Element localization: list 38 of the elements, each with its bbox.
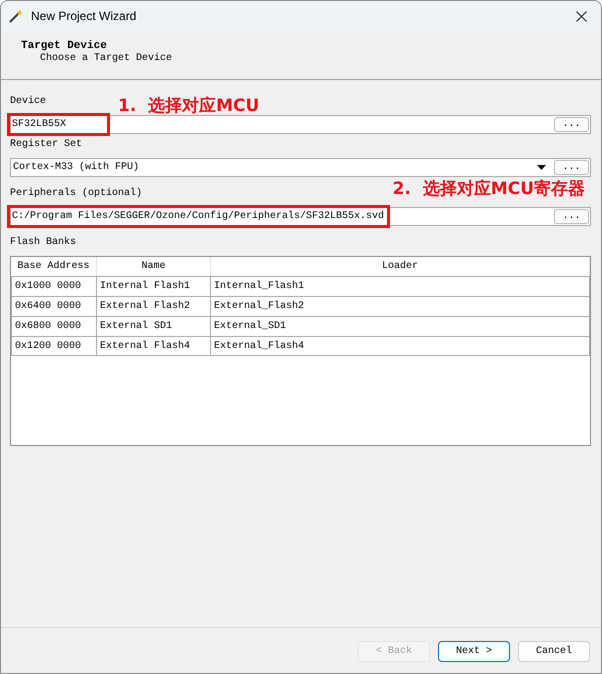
window-title: New Project Wizard bbox=[31, 9, 136, 23]
table-cell: 0x1200 0000 bbox=[11, 337, 97, 355]
text-field[interactable]: SF32LB55X ... bbox=[10, 115, 591, 134]
browse-button[interactable]: ... bbox=[554, 160, 589, 175]
table-cell: External_Flash4 bbox=[211, 337, 590, 355]
table-cell: 0x6800 0000 bbox=[11, 317, 97, 336]
field-value: C:/Program Files/SEGGER/Ozone/Config/Peripherals/SF32LB55x.svd bbox=[12, 211, 384, 222]
wizard-button[interactable]: Next > bbox=[438, 641, 510, 662]
page-title: Target Device bbox=[21, 39, 107, 52]
close-icon bbox=[576, 10, 586, 22]
dropdown-arrow-icon bbox=[537, 165, 546, 170]
table-cell: Internal_Flash1 bbox=[211, 277, 590, 296]
table-cell: External_Flash2 bbox=[211, 297, 590, 316]
browse-button[interactable]: ... bbox=[554, 209, 589, 224]
column-header[interactable]: Loader bbox=[211, 257, 590, 276]
dropdown-field[interactable]: Cortex-M33 (with FPU) ... bbox=[10, 158, 591, 177]
table-cell: External Flash4 bbox=[97, 337, 211, 355]
field-value: Cortex-M33 (with FPU) bbox=[13, 162, 140, 173]
table-cell: Internal Flash1 bbox=[97, 277, 211, 296]
annotation-text: 2. 选择对应MCU寄存器 bbox=[392, 179, 585, 199]
table-cell: External_SD1 bbox=[211, 317, 590, 336]
column-header[interactable]: Name bbox=[97, 257, 211, 276]
text-field[interactable]: C:/Program Files/SEGGER/Ozone/Config/Peripherals/SF32LB55x.svd ... bbox=[10, 207, 591, 226]
wizard-button[interactable]: Cancel bbox=[518, 641, 590, 662]
table-cell: 0x1000 0000 bbox=[11, 277, 97, 296]
field-value: SF32LB55X bbox=[12, 119, 66, 130]
table-cell: External SD1 bbox=[97, 317, 211, 336]
browse-button[interactable]: ... bbox=[554, 117, 589, 132]
field-label: Peripherals (optional) bbox=[10, 187, 142, 201]
field-label: Register Set bbox=[10, 138, 82, 152]
table-cell: 0x6400 0000 bbox=[11, 297, 97, 316]
page-subtitle: Choose a Target Device bbox=[40, 53, 172, 65]
annotation-text: 1. 选择对应MCU bbox=[118, 96, 260, 116]
table-cell: External Flash2 bbox=[97, 297, 211, 316]
magic-wand-icon bbox=[9, 9, 23, 23]
field-label: Device bbox=[10, 95, 46, 109]
column-header[interactable]: Base Address bbox=[11, 257, 97, 276]
section-label: Flash Banks bbox=[10, 236, 76, 250]
